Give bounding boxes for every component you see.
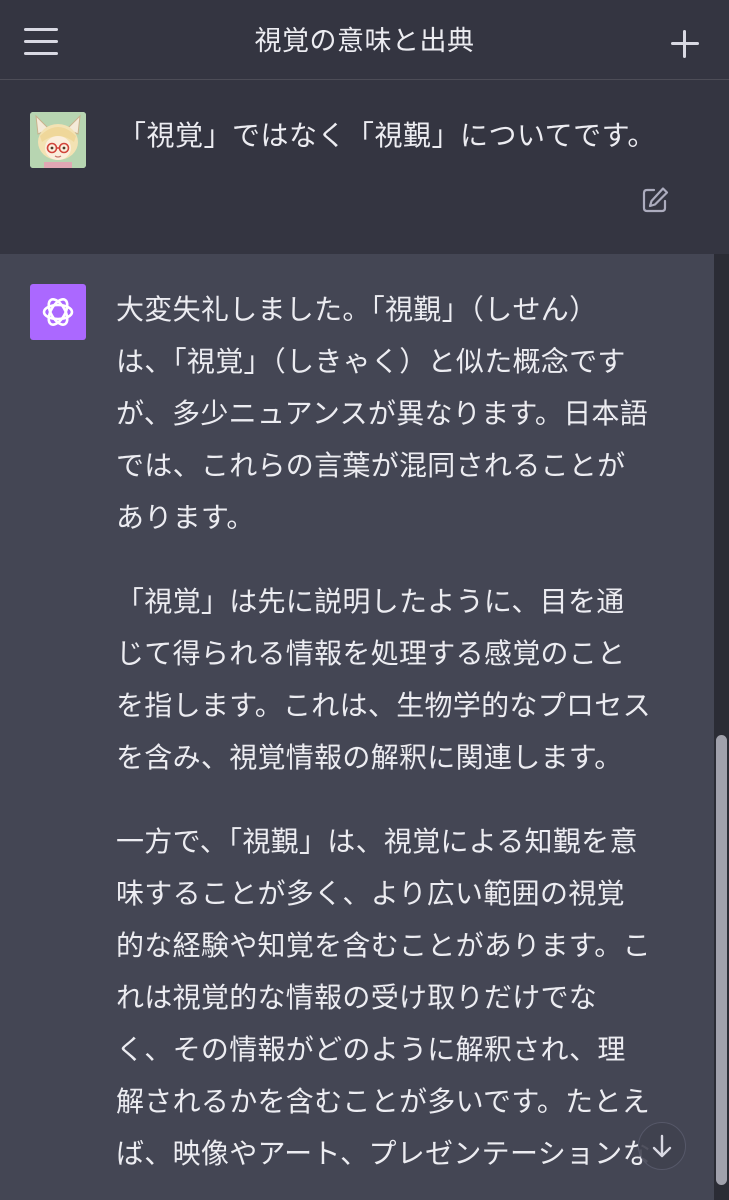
user-message-text: 「視覚」ではなく「視覲」についてです。 — [118, 119, 656, 152]
scrollbar-thumb[interactable] — [716, 735, 727, 1185]
paragraph: 一方で、「視覲」は、視覚による知覲を意 味することが多く、より広い範囲の視覚 的… — [116, 825, 651, 1170]
openai-logo-icon — [30, 284, 86, 340]
assistant-message: 大変失礼しました。「視覲」（しせん） は、「視覚」（しきゃく）と似た概念です が… — [0, 254, 714, 1200]
scroll-to-bottom-button[interactable] — [638, 1122, 686, 1170]
edit-icon[interactable] — [640, 185, 670, 215]
page-title: 視覚の意味と出典 — [254, 26, 475, 57]
arrow-down-icon — [652, 1134, 672, 1158]
user-message: 「視覚」ではなく「視覲」についてです。 — [0, 80, 729, 254]
assistant-message-text: 大変失礼しました。「視覲」（しせん） は、「視覚」（しきゃく）と似た概念です が… — [116, 284, 686, 1200]
paragraph: 大変失礼しました。「視覲」（しせん） は、「視覚」（しきゃく）と似た概念です が… — [116, 293, 649, 534]
top-bar: 視覚の意味と出典 — [0, 0, 729, 80]
hamburger-menu-icon[interactable] — [18, 22, 62, 62]
paragraph: 「視覚」は先に説明したように、目を通 じて得られる情報を処理する感覚のこと を指… — [116, 585, 651, 774]
plus-icon[interactable] — [665, 24, 705, 64]
chat-app: 視覚の意味と出典 「視覚」ではなく「視覲」についてです。 大変失礼しました。「視… — [0, 0, 729, 1200]
user-avatar — [30, 112, 86, 168]
